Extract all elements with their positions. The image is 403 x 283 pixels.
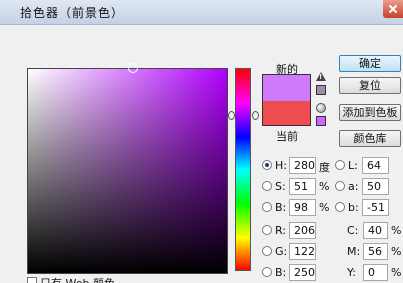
saturation-field[interactable]: 51: [289, 178, 316, 195]
hue-slider-right-handle[interactable]: [252, 111, 259, 120]
blue-label: B:: [275, 266, 287, 279]
yellow-field[interactable]: 0: [363, 264, 388, 281]
lab-l-field[interactable]: 64: [362, 157, 389, 174]
hue-slider-left-handle[interactable]: [228, 111, 235, 120]
new-color-swatch: [262, 74, 311, 101]
red-row: R: 206: [262, 222, 322, 240]
lab-a-field[interactable]: 50: [362, 178, 389, 195]
current-color-swatch[interactable]: [262, 101, 311, 126]
magenta-row: M: 56 %: [347, 243, 403, 261]
web-colors-only-label: 只有 Web 颜色: [40, 275, 115, 283]
magenta-label: M:: [347, 245, 361, 258]
magenta-field[interactable]: 56: [363, 243, 388, 260]
brightness-row: B: 98 %: [262, 199, 332, 217]
web-colors-only-checkbox[interactable]: [27, 277, 37, 283]
field-cursor[interactable]: [128, 63, 138, 73]
window-title: 拾色器（前景色）: [20, 6, 125, 20]
cyan-row: C: 40 %: [347, 222, 403, 240]
current-color-label: 当前: [276, 130, 298, 143]
color-libraries-button[interactable]: 颜色库: [339, 130, 401, 147]
hue-row: H: 280 度: [262, 157, 332, 175]
brightness-radio[interactable]: [262, 202, 272, 212]
lab-l-row: L: 64: [335, 157, 395, 175]
lab-b-label: b:: [348, 201, 359, 214]
cyan-unit: %: [391, 224, 402, 237]
reset-button[interactable]: 复位: [339, 77, 401, 94]
blue-radio[interactable]: [262, 267, 272, 277]
saturation-row: S: 51 %: [262, 178, 332, 196]
lab-b-radio[interactable]: [335, 202, 345, 212]
green-label: G:: [275, 245, 288, 258]
lab-a-label: a:: [348, 180, 359, 193]
hue-radio[interactable]: [262, 160, 272, 170]
brightness-field[interactable]: 98: [289, 199, 316, 216]
ok-button[interactable]: 确定: [339, 55, 401, 72]
red-radio[interactable]: [262, 225, 272, 235]
blue-row: B: 250: [262, 264, 322, 282]
blue-field[interactable]: 250: [289, 264, 316, 281]
saturation-unit: %: [319, 180, 330, 193]
lab-b-field[interactable]: -51: [362, 199, 389, 216]
lab-a-row: a: 50: [335, 178, 395, 196]
title-bar: 拾色器（前景色）: [0, 0, 403, 24]
close-button[interactable]: [383, 0, 403, 18]
brightness-label: B:: [275, 201, 287, 214]
hue-slider[interactable]: [235, 68, 251, 271]
green-row: G: 122: [262, 243, 322, 261]
yellow-unit: %: [391, 266, 402, 279]
web-safe-cube-icon[interactable]: [316, 103, 326, 113]
gamut-warning-swatch[interactable]: [316, 85, 326, 95]
lab-l-label: L:: [348, 159, 358, 172]
green-field[interactable]: 122: [289, 243, 316, 260]
hue-field[interactable]: 280: [289, 157, 316, 174]
cyan-label: C:: [347, 224, 359, 237]
magenta-unit: %: [391, 245, 402, 258]
saturation-brightness-field[interactable]: [27, 63, 228, 274]
yellow-row: Y: 0 %: [347, 264, 403, 282]
saturation-label: S:: [275, 180, 286, 193]
red-label: R:: [275, 224, 287, 237]
green-radio[interactable]: [262, 246, 272, 256]
saturation-radio[interactable]: [262, 181, 272, 191]
hue-label: H:: [275, 159, 287, 172]
add-to-swatches-button[interactable]: 添加到色板: [339, 104, 401, 121]
lab-a-radio[interactable]: [335, 181, 345, 191]
yellow-label: Y:: [347, 266, 356, 279]
lab-l-radio[interactable]: [335, 160, 345, 170]
brightness-unit: %: [319, 201, 330, 214]
hue-unit: 度: [319, 161, 330, 174]
cyan-field[interactable]: 40: [363, 222, 388, 239]
red-field[interactable]: 206: [289, 222, 316, 239]
lab-b-row: b: -51: [335, 199, 395, 217]
gamut-warning-icon[interactable]: [316, 72, 326, 81]
web-safe-swatch[interactable]: [316, 116, 326, 126]
